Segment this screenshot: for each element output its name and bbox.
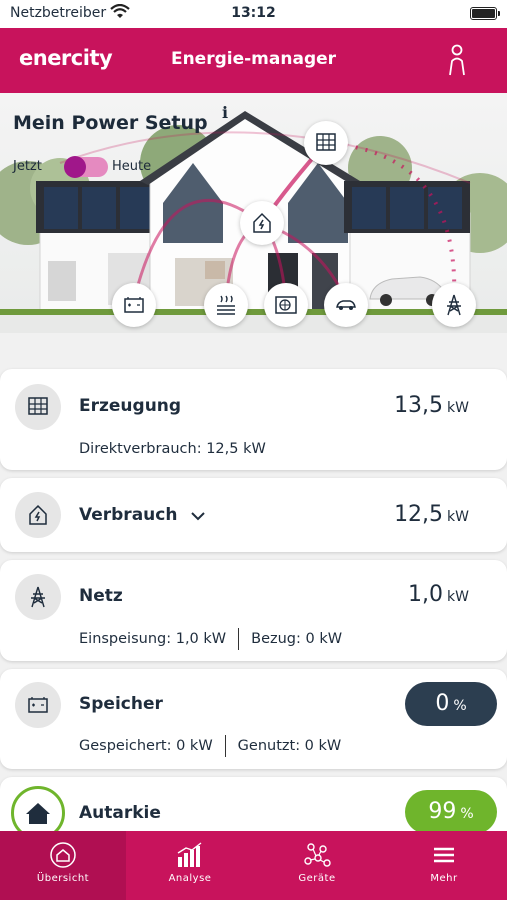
info-icon[interactable]: i [222,103,228,122]
divider [238,628,240,650]
card-erzeugung[interactable]: Erzeugung 13,5 kW Direktverbrauch: 12,5 k… [0,369,507,470]
card-icon-wrapper [15,384,61,430]
heat-pump-icon [275,296,297,314]
autarky-pill: 99% [405,790,497,834]
page-title: Energie-manager [170,49,337,69]
tab-label: Übersicht [36,873,90,884]
card-value: 12,5 kW [394,502,469,527]
value-unit: % [460,806,474,822]
tab-label: Mehr [430,873,458,884]
house-bolt-icon [253,212,271,233]
card-label: Verbrauch [79,505,178,525]
value-unit: kW [447,400,469,416]
toggle-label-today: Heute [112,159,152,174]
user-icon[interactable] [447,44,467,76]
value-number: 12,5 [394,502,444,527]
card-value: 1,0 kW [408,582,469,607]
grid-node[interactable] [432,283,476,327]
heat-pump-node[interactable] [264,283,308,327]
menu-icon [434,847,454,863]
setup-title: Mein Power Setup [13,112,208,134]
detail-used: Genutzt: 0 kW [237,738,342,754]
battery-icon [470,7,500,20]
value-number: 0 [435,691,450,716]
solar-panel-icon [316,133,336,151]
power-pylon-icon [447,294,461,316]
storage-level-pill: 0% [405,682,497,726]
card-verbrauch[interactable]: Verbrauch 12,5 kW [0,478,507,552]
card-value: 13,5 kW [394,393,469,418]
battery-node[interactable] [112,283,156,327]
toggle-label-now: Jetzt [13,159,42,174]
chevron-down-icon[interactable] [190,511,206,521]
value-unit: kW [447,509,469,525]
solar-node[interactable] [304,121,348,165]
bottom-tab-bar: Übersicht Analyse Geräte Mehr [0,831,507,900]
heating-icon [217,295,235,315]
card-speicher[interactable]: Speicher 0% Gespeichert: 0 kW Genutzt: 0 … [0,669,507,769]
house-bolt-icon [29,504,47,525]
tab-label: Geräte [298,873,336,884]
power-pylon-icon [31,586,45,608]
divider [224,735,226,757]
battery-icon [124,297,144,313]
power-setup-illustration: Mein Power Setup i Jetzt Heute [0,93,507,333]
card-icon-wrapper [15,574,61,620]
overview-icon [50,842,76,868]
electric-car-icon [336,300,356,310]
solar-panel-icon [28,397,48,415]
card-label: Autarkie [79,803,161,823]
value-number: 99 [428,799,457,824]
card-detail: Gespeichert: 0 kW Genutzt: 0 kW [79,735,341,757]
heating-node[interactable] [204,283,248,327]
clock: 13:12 [231,5,276,21]
card-label: Netz [79,586,123,606]
card-detail: Einspeisung: 1,0 kW Bezug: 0 kW [79,628,342,650]
card-icon-wrapper [15,682,61,728]
tab-label: Analyse [168,873,212,884]
detail-draw: Bezug: 0 kW [251,631,343,647]
card-label: Erzeugung [79,396,182,416]
card-detail: Direktverbrauch: 12,5 kW [79,441,266,457]
tab-more[interactable]: Mehr [381,831,507,900]
home-icon [26,803,50,824]
house-node[interactable] [240,201,284,245]
devices-icon [304,843,331,867]
bar-chart-icon [177,842,202,867]
ev-node[interactable] [324,283,368,327]
battery-icon [28,697,48,713]
tab-overview[interactable]: Übersicht [0,831,126,900]
detail-stored: Gespeichert: 0 kW [79,738,213,754]
time-range-toggle[interactable] [64,156,108,178]
status-bar: Netzbetreiber 13:12 [0,0,507,28]
card-icon-wrapper [15,492,61,538]
app-header: enercity Energie-manager [0,28,507,93]
tab-analyse[interactable]: Analyse [127,831,253,900]
card-label: Speicher [79,694,163,714]
value-unit: kW [447,589,469,605]
card-netz[interactable]: Netz 1,0 kW Einspeisung: 1,0 kW Bezug: 0 k… [0,560,507,661]
value-unit: % [453,698,467,714]
detail-feed-in: Einspeisung: 1,0 kW [79,631,227,647]
value-number: 1,0 [408,582,444,607]
value-number: 13,5 [394,393,444,418]
tab-devices[interactable]: Geräte [254,831,380,900]
